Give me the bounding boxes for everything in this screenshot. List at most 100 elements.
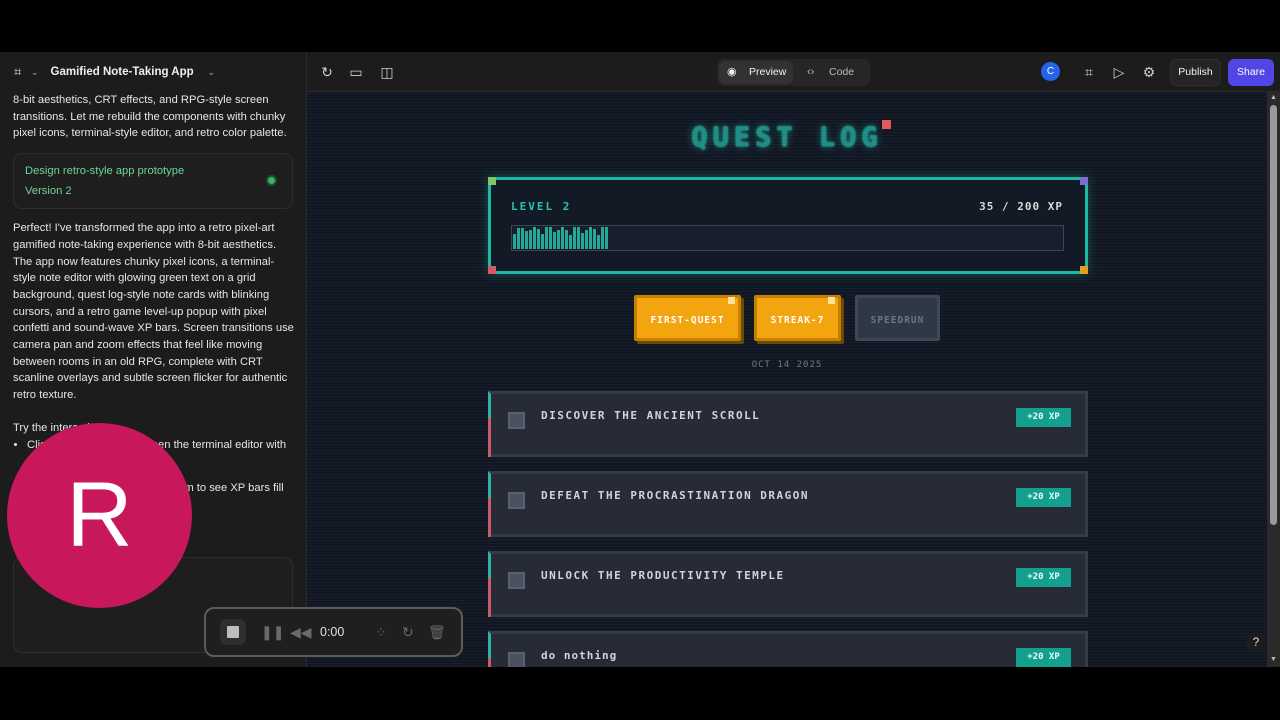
card-accent [488, 658, 491, 667]
corner-decoration [1080, 266, 1088, 274]
xp-progress-fill [513, 227, 609, 249]
screen-recorder-bar: ❚❚ ◀◀ 0:00 ⁘ ↻ 🗑 [204, 607, 463, 657]
help-button[interactable]: ? [1246, 632, 1266, 652]
scroll-up-icon[interactable]: ▲ [1270, 94, 1277, 101]
xp-badge: +20 XP [1016, 488, 1071, 507]
xp-wave-bar [577, 227, 580, 249]
xp-wave-bar [581, 233, 584, 249]
stop-button[interactable] [220, 619, 246, 645]
project-title[interactable]: Gamified Note-Taking App [51, 66, 194, 78]
badge-label: STREAK-7 [770, 315, 825, 326]
xp-wave-bar [541, 234, 544, 249]
xp-wave-bar [589, 227, 592, 249]
badge-first-quest[interactable]: FIRST-QUEST [634, 295, 741, 341]
view-toggle: ◉ Preview ‹› Code [717, 59, 870, 86]
pixel-decoration [882, 120, 891, 129]
preview-toolbar: ↻ ▭ ◫ ◉ Preview ‹› Code C ⌗ ▷ ⚙ Publish Sh… [307, 52, 1280, 92]
publish-button[interactable]: Publish [1170, 59, 1221, 86]
xp-progress-bar [511, 225, 1064, 251]
grid-icon[interactable]: ⁘ [375, 623, 387, 641]
badge-streak[interactable]: STREAK-7 [754, 295, 841, 341]
xp-wave-bar [585, 230, 588, 249]
xp-wave-bar [557, 230, 560, 249]
rewind-icon[interactable]: ◀◀ [290, 623, 312, 641]
chevron-down-icon[interactable]: ⌄ [31, 67, 39, 78]
xp-badge: +20 XP [1016, 408, 1071, 427]
refresh-icon[interactable]: ↻ [319, 64, 335, 80]
xp-wave-bar [513, 234, 516, 249]
xp-wave-bar [565, 230, 568, 249]
quest-checkbox[interactable] [508, 652, 525, 667]
tab-preview[interactable]: ◉ Preview [719, 61, 793, 84]
quest-card[interactable]: do nothing +20 XP [488, 631, 1088, 667]
xp-wave-bar [517, 228, 520, 249]
project-header: ⌗ ⌄ Gamified Note-Taking App ⌄ [0, 52, 306, 92]
pause-icon[interactable]: ❚❚ [261, 623, 284, 641]
xp-wave-bar [529, 230, 532, 249]
scan-icon[interactable]: ⌗ [1081, 64, 1097, 80]
xp-wave-bar [593, 229, 596, 249]
app-preview: QUEST LOG LEVEL 2 35 / 200 XP FIRST-QUES… [307, 92, 1267, 667]
avatar[interactable]: C [1041, 62, 1060, 81]
stop-icon [227, 626, 239, 638]
quest-card[interactable]: DEFEAT THE PROCRASTINATION DRAGON +20 XP [488, 471, 1088, 537]
badge-label: SPEEDRUN [870, 315, 925, 326]
chevron-down-icon[interactable]: ⌄ [208, 67, 216, 78]
xp-wave-bar [521, 228, 524, 249]
responsive-icon[interactable]: ◫ [379, 64, 395, 80]
card-accent [488, 498, 491, 537]
quest-checkbox[interactable] [508, 572, 525, 589]
page-title: QUEST LOG [691, 122, 883, 153]
quest-card[interactable]: DISCOVER THE ANCIENT SCROLL +20 XP [488, 391, 1088, 457]
xp-wave-bar [561, 227, 564, 249]
badge-speedrun[interactable]: SPEEDRUN [855, 295, 940, 341]
card-accent [488, 578, 491, 617]
eye-icon: ◉ [727, 66, 737, 78]
xp-wave-bar [573, 227, 576, 249]
gear-icon[interactable]: ⚙ [1141, 64, 1157, 80]
xp-badge: +20 XP [1016, 568, 1071, 587]
card-accent [488, 418, 491, 457]
corner-decoration [488, 177, 496, 185]
xp-wave-bar [569, 235, 572, 249]
app-logo-icon[interactable]: ⌗ [14, 65, 28, 79]
xp-wave-bar [605, 227, 608, 249]
xp-wave-bar [525, 231, 528, 249]
scrollbar-thumb[interactable] [1270, 105, 1277, 525]
quest-checkbox[interactable] [508, 492, 525, 509]
trash-icon[interactable]: 🗑 [428, 623, 446, 641]
star-icon [728, 297, 735, 304]
corner-decoration [1080, 177, 1088, 185]
version-card-title: Design retro-style app prototype [25, 165, 185, 178]
version-card-version: Version 2 [25, 185, 72, 198]
xp-badge: +20 XP [1016, 648, 1071, 667]
corner-decoration [488, 266, 496, 274]
xp-wave-bar [553, 232, 556, 249]
restart-icon[interactable]: ↻ [402, 623, 414, 641]
quest-checkbox[interactable] [508, 412, 525, 429]
star-icon [828, 297, 835, 304]
code-icon: ‹› [807, 66, 815, 78]
xp-wave-bar [601, 227, 604, 249]
scrollbar[interactable]: ▲ ▼ [1267, 92, 1280, 667]
version-card[interactable]: Design retro-style app prototype Version… [13, 153, 293, 210]
quest-title: DISCOVER THE ANCIENT SCROLL [541, 409, 761, 422]
xp-wave-bar [545, 227, 548, 249]
quest-card[interactable]: UNLOCK THE PRODUCTIVITY TEMPLE +20 XP [488, 551, 1088, 617]
app-window: ⌗ ⌄ Gamified Note-Taking App ⌄ 8-bit aes… [0, 52, 1280, 667]
tab-code[interactable]: ‹› Code [807, 61, 854, 84]
play-icon[interactable]: ▷ [1111, 64, 1127, 80]
recording-time: 0:00 [320, 625, 345, 639]
xp-wave-bar [549, 227, 552, 249]
layout-icon[interactable]: ▭ [348, 64, 364, 80]
quest-title: do nothing [541, 649, 618, 662]
badge-label: FIRST-QUEST [650, 315, 725, 326]
assistant-message-intro: 8-bit aesthetics, CRT effects, and RPG-s… [13, 94, 287, 140]
level-label: LEVEL 2 [511, 200, 572, 213]
xp-wave-bar [533, 227, 536, 249]
quest-title: UNLOCK THE PRODUCTIVITY TEMPLE [541, 569, 785, 582]
tab-preview-label: Preview [749, 66, 787, 78]
tab-code-label: Code [829, 66, 855, 78]
scroll-down-icon[interactable]: ▼ [1270, 656, 1277, 663]
share-button[interactable]: Share [1228, 59, 1274, 86]
